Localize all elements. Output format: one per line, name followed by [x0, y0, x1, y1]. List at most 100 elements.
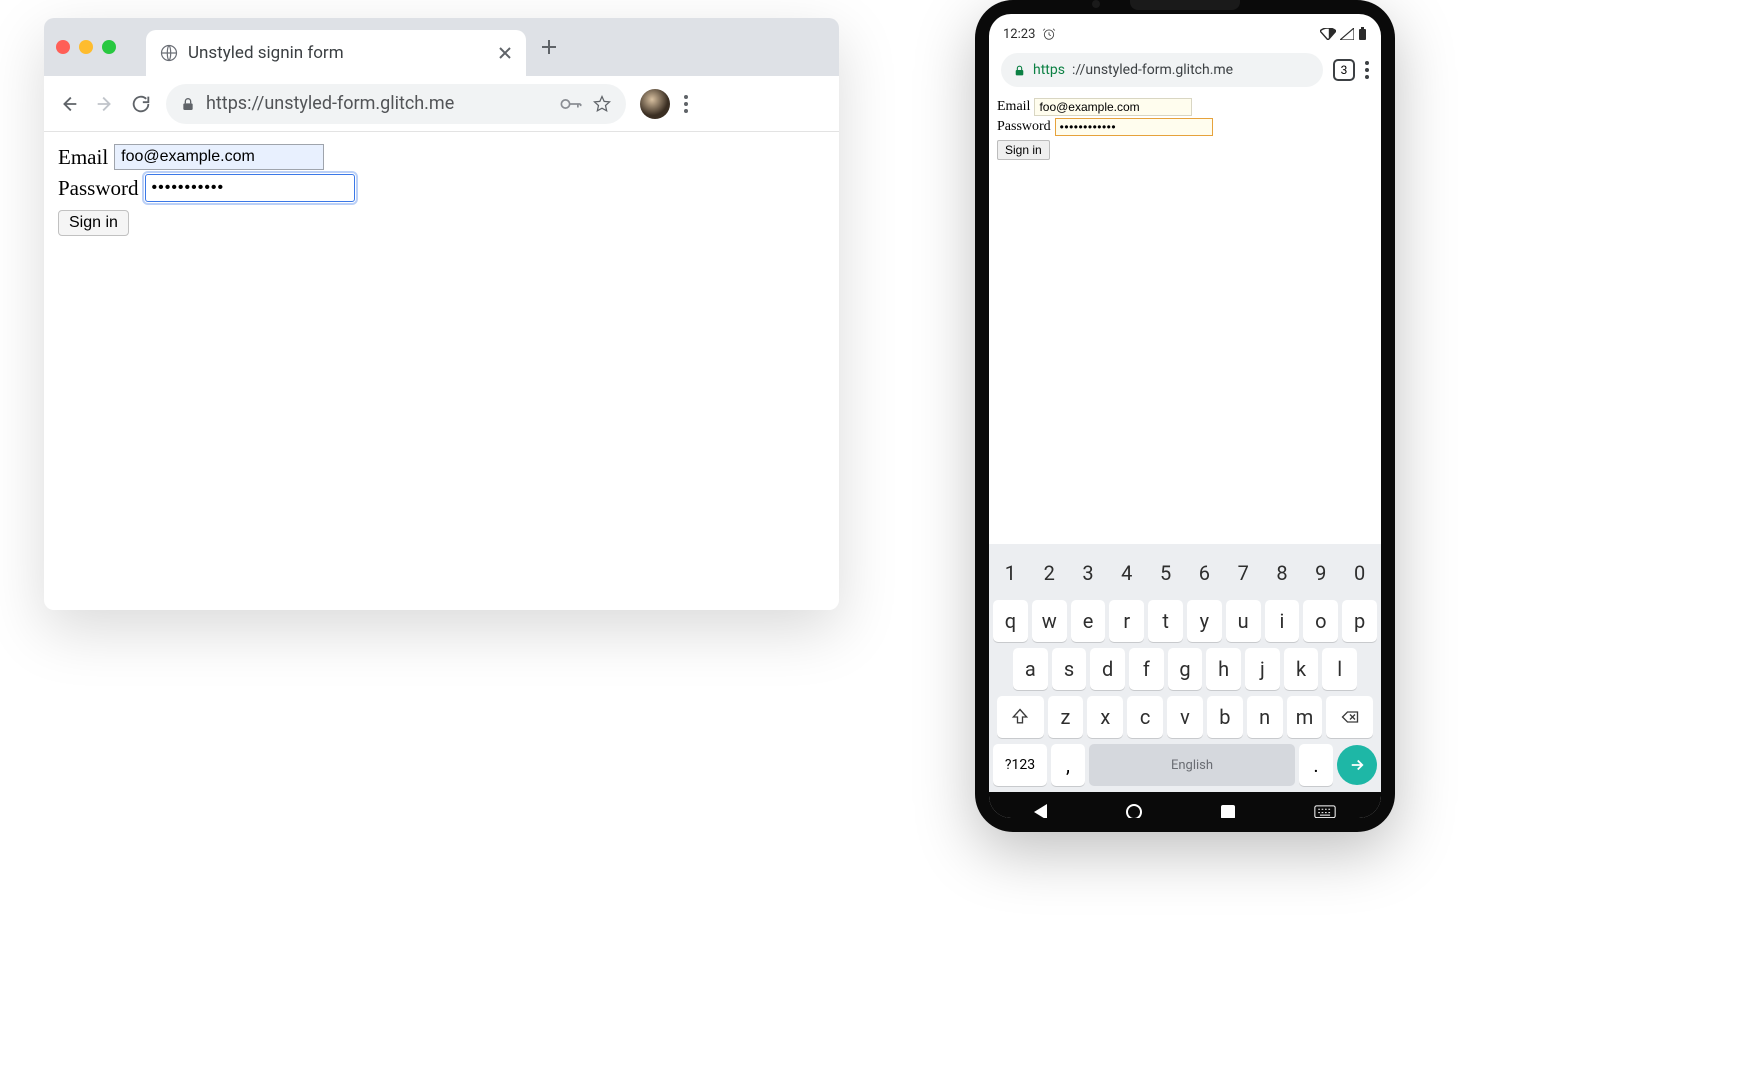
nav-home-button[interactable]	[1126, 804, 1142, 818]
key-e[interactable]: e	[1071, 600, 1106, 642]
key-z[interactable]: z	[1048, 696, 1084, 738]
url-rest: ://unstyled-form.glitch.me	[1072, 62, 1233, 78]
enter-key[interactable]	[1337, 745, 1377, 785]
nav-back-button[interactable]	[1034, 804, 1047, 818]
key-j[interactable]: j	[1245, 648, 1280, 690]
phone-address-bar[interactable]: https ://unstyled-form.glitch.me	[1001, 53, 1323, 87]
key-6[interactable]: 6	[1187, 552, 1222, 594]
key-5[interactable]: 5	[1148, 552, 1183, 594]
keyboard-row-bottom: ?123 , English .	[993, 744, 1377, 786]
key-b[interactable]: b	[1207, 696, 1243, 738]
key-9[interactable]: 9	[1303, 552, 1338, 594]
new-tab-button[interactable]	[540, 38, 558, 56]
key-y[interactable]: y	[1187, 600, 1222, 642]
signin-button[interactable]: Sign in	[58, 210, 129, 236]
key-r[interactable]: r	[1109, 600, 1144, 642]
phone-statusbar: 12:23	[989, 20, 1381, 48]
key-p[interactable]: p	[1342, 600, 1377, 642]
browser-tab[interactable]: Unstyled signin form	[146, 30, 526, 76]
key-c[interactable]: c	[1127, 696, 1163, 738]
password-label: Password	[997, 119, 1051, 135]
reload-button[interactable]	[130, 93, 152, 115]
globe-icon	[160, 44, 178, 62]
status-time: 12:23	[1003, 27, 1035, 42]
password-row: Password	[58, 174, 825, 202]
keyboard-row-z: z x c v b n m	[993, 696, 1377, 738]
tab-title: Unstyled signin form	[188, 43, 488, 63]
key-a[interactable]: a	[1013, 648, 1048, 690]
key-icon[interactable]	[560, 97, 582, 111]
key-3[interactable]: 3	[1071, 552, 1106, 594]
password-field[interactable]	[145, 174, 355, 202]
tab-switcher-button[interactable]: 3	[1333, 59, 1355, 81]
space-key[interactable]: English	[1089, 744, 1295, 786]
key-w[interactable]: w	[1032, 600, 1067, 642]
phone-urlbar: https ://unstyled-form.glitch.me 3	[989, 48, 1381, 92]
key-d[interactable]: d	[1090, 648, 1125, 690]
back-button[interactable]	[58, 93, 80, 115]
wifi-icon	[1320, 28, 1336, 40]
key-1[interactable]: 1	[993, 552, 1028, 594]
key-4[interactable]: 4	[1109, 552, 1144, 594]
keyboard-row-q: q w e r t y u i o p	[993, 600, 1377, 642]
address-bar[interactable]: https://unstyled-form.glitch.me	[166, 84, 626, 124]
password-label: Password	[58, 176, 139, 201]
page-content: Email Password Sign in	[44, 132, 839, 248]
android-nav-bar	[989, 792, 1381, 818]
phone-screen: 12:23 https://unstyled-form.glitch.me 3 …	[989, 14, 1381, 818]
key-q[interactable]: q	[993, 600, 1028, 642]
forward-button[interactable]	[94, 93, 116, 115]
key-i[interactable]: i	[1265, 600, 1300, 642]
password-field[interactable]	[1055, 118, 1213, 136]
browser-toolbar: https://unstyled-form.glitch.me	[44, 76, 839, 132]
url-scheme: https	[1033, 62, 1065, 78]
nav-recent-button[interactable]	[1221, 805, 1235, 818]
key-o[interactable]: o	[1303, 600, 1338, 642]
window-controls	[56, 40, 146, 54]
password-row: Password	[997, 118, 1373, 136]
key-2[interactable]: 2	[1032, 552, 1067, 594]
keyboard-row-a: a s d f g h j k l	[993, 648, 1377, 690]
close-window-button[interactable]	[56, 40, 70, 54]
email-label: Email	[997, 99, 1030, 115]
key-k[interactable]: k	[1284, 648, 1319, 690]
email-label: Email	[58, 145, 108, 170]
profile-avatar[interactable]	[640, 89, 670, 119]
key-t[interactable]: t	[1148, 600, 1183, 642]
signin-button[interactable]: Sign in	[997, 140, 1050, 160]
key-s[interactable]: s	[1052, 648, 1087, 690]
keyboard-switch-icon[interactable]	[1314, 805, 1336, 818]
key-8[interactable]: 8	[1265, 552, 1300, 594]
url-text: https://unstyled-form.glitch.me	[206, 93, 550, 114]
shift-key[interactable]	[997, 696, 1044, 738]
phone-frame: 12:23 https://unstyled-form.glitch.me 3 …	[975, 0, 1395, 832]
close-tab-icon[interactable]	[498, 46, 512, 60]
cell-signal-icon	[1340, 28, 1354, 40]
bookmark-star-icon[interactable]	[592, 94, 612, 114]
key-u[interactable]: u	[1226, 600, 1261, 642]
backspace-key[interactable]	[1326, 696, 1373, 738]
key-h[interactable]: h	[1206, 648, 1241, 690]
minimize-window-button[interactable]	[79, 40, 93, 54]
key-v[interactable]: v	[1167, 696, 1203, 738]
email-field[interactable]	[114, 144, 324, 170]
browser-menu-button[interactable]	[684, 95, 688, 113]
comma-key[interactable]: ,	[1051, 744, 1085, 786]
email-row: Email	[58, 144, 825, 170]
key-x[interactable]: x	[1087, 696, 1123, 738]
maximize-window-button[interactable]	[102, 40, 116, 54]
key-m[interactable]: m	[1287, 696, 1323, 738]
email-field[interactable]	[1034, 98, 1192, 116]
key-f[interactable]: f	[1129, 648, 1164, 690]
key-0[interactable]: 0	[1342, 552, 1377, 594]
key-n[interactable]: n	[1247, 696, 1283, 738]
soft-keyboard: 1 2 3 4 5 6 7 8 9 0 q w e r t y u i o	[989, 544, 1381, 792]
period-key[interactable]: .	[1299, 744, 1333, 786]
key-7[interactable]: 7	[1226, 552, 1261, 594]
lock-icon	[180, 96, 196, 112]
key-l[interactable]: l	[1322, 648, 1357, 690]
phone-menu-button[interactable]	[1365, 61, 1369, 79]
numeric-toggle-key[interactable]: ?123	[993, 744, 1047, 786]
email-row: Email	[997, 98, 1373, 116]
key-g[interactable]: g	[1168, 648, 1203, 690]
